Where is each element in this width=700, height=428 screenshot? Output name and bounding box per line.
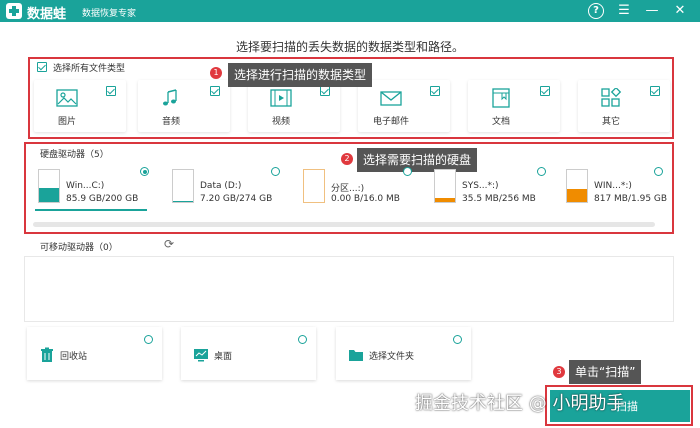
select-all-checkbox[interactable]: [37, 62, 47, 72]
select-all-label: 选择所有文件类型: [53, 64, 126, 74]
step-badge-1: 1: [210, 67, 222, 79]
drive-radio[interactable]: [403, 167, 412, 176]
file-type-label: 电子邮件: [372, 117, 409, 127]
step-badge-3: 3: [553, 366, 565, 378]
music-icon: [163, 89, 177, 106]
location-radio[interactable]: [298, 335, 307, 344]
help-icon[interactable]: ?: [588, 3, 604, 19]
file-type-checkbox[interactable]: [106, 86, 116, 96]
image-icon: [56, 89, 78, 107]
drive-size: 817 MB/1.95 GB: [594, 194, 668, 204]
hard-drive-icon: [303, 169, 325, 203]
folder-icon: [349, 350, 363, 361]
app-subtitle: 数据恢复专家: [82, 9, 137, 19]
file-type-card-document[interactable]: 文档: [468, 80, 560, 132]
drive-radio[interactable]: [537, 167, 546, 176]
file-type-checkbox[interactable]: [210, 86, 220, 96]
file-type-label: 文档: [491, 117, 510, 127]
drive-item[interactable]: SYS...*:) 35.5 MB/256 MB: [434, 165, 544, 213]
file-type-label: 其它: [601, 117, 620, 127]
location-desktop[interactable]: 桌面: [181, 327, 316, 380]
location-radio[interactable]: [453, 335, 462, 344]
drive-radio[interactable]: [654, 167, 663, 176]
file-type-checkbox[interactable]: [540, 86, 550, 96]
app-name: 数据蛙: [27, 7, 67, 22]
refresh-icon[interactable]: ⟳: [164, 238, 176, 250]
drive-item[interactable]: 分区...:) 0.00 B/16.0 MB: [303, 165, 413, 213]
drive-radio[interactable]: [140, 167, 149, 176]
drive-name: Win...C:): [66, 181, 105, 191]
watermark-text: 掘金技术社区 @ 小明助手: [415, 393, 625, 414]
file-type-card-video[interactable]: 视频: [248, 80, 340, 132]
drive-size: 35.5 MB/256 MB: [462, 194, 536, 204]
file-type-card-image[interactable]: 图片: [34, 80, 126, 132]
menu-icon[interactable]: ☰: [616, 3, 632, 19]
hard-drive-icon: [566, 169, 588, 203]
drive-name: SYS...*:): [462, 181, 499, 191]
hard-drive-icon: [38, 169, 60, 203]
location-label: 回收站: [60, 352, 88, 362]
hard-drive-icon: [172, 169, 194, 203]
trash-icon: [41, 347, 53, 362]
file-type-label: 音频: [161, 117, 180, 127]
close-icon[interactable]: ✕: [672, 3, 688, 19]
title-bar: 数据蛙 数据恢复专家 ? ☰ — ✕: [0, 0, 700, 22]
location-select-folder[interactable]: 选择文件夹: [336, 327, 471, 380]
location-label: 选择文件夹: [369, 352, 415, 362]
video-icon: [270, 89, 292, 107]
desktop-icon: [194, 349, 208, 362]
mail-icon: [380, 91, 402, 106]
location-recycle-bin[interactable]: 回收站: [27, 327, 162, 380]
drive-name: WIN...*:): [594, 181, 632, 191]
drive-size: 85.9 GB/200 GB: [66, 194, 139, 204]
document-icon: [492, 88, 510, 108]
callout-step-1: 选择进行扫描的数据类型: [228, 63, 373, 87]
hard-drive-icon: [434, 169, 456, 203]
selected-drive-indicator: [35, 209, 147, 211]
callout-step-3: 单击“扫描”: [569, 360, 642, 384]
file-type-label: 图片: [57, 117, 76, 127]
file-type-checkbox[interactable]: [650, 86, 660, 96]
drive-name: 分区...:): [331, 184, 365, 194]
drive-item[interactable]: Data (D:) 7.20 GB/274 GB: [172, 165, 282, 213]
step-badge-2: 2: [341, 153, 353, 165]
location-label: 桌面: [214, 352, 233, 362]
drive-size: 0.00 B/16.0 MB: [331, 194, 400, 204]
file-type-checkbox[interactable]: [320, 86, 330, 96]
minimize-icon[interactable]: —: [644, 3, 660, 19]
page-heading: 选择要扫描的丢失数据的数据类型和路径。: [235, 40, 464, 54]
drive-name: Data (D:): [200, 181, 242, 191]
drive-radio[interactable]: [271, 167, 280, 176]
drive-item[interactable]: Win...C:) 85.9 GB/200 GB: [38, 165, 156, 213]
file-type-card-audio[interactable]: 音频: [138, 80, 230, 132]
other-icon: [601, 88, 622, 107]
removable-drives-label: 可移动驱动器（0）: [40, 243, 118, 253]
hard-drives-label: 硬盘驱动器（5）: [40, 150, 109, 160]
removable-drives-area: [24, 256, 674, 322]
drive-item[interactable]: WIN...*:) 817 MB/1.95 GB: [566, 165, 668, 213]
location-radio[interactable]: [144, 335, 153, 344]
file-type-label: 视频: [271, 117, 290, 127]
file-type-checkbox[interactable]: [430, 86, 440, 96]
drives-scrollbar[interactable]: [33, 222, 655, 227]
drive-size: 7.20 GB/274 GB: [200, 194, 273, 204]
app-logo-icon: [6, 3, 22, 19]
file-type-card-other[interactable]: 其它: [578, 80, 670, 132]
file-type-card-email[interactable]: 电子邮件: [358, 80, 450, 132]
